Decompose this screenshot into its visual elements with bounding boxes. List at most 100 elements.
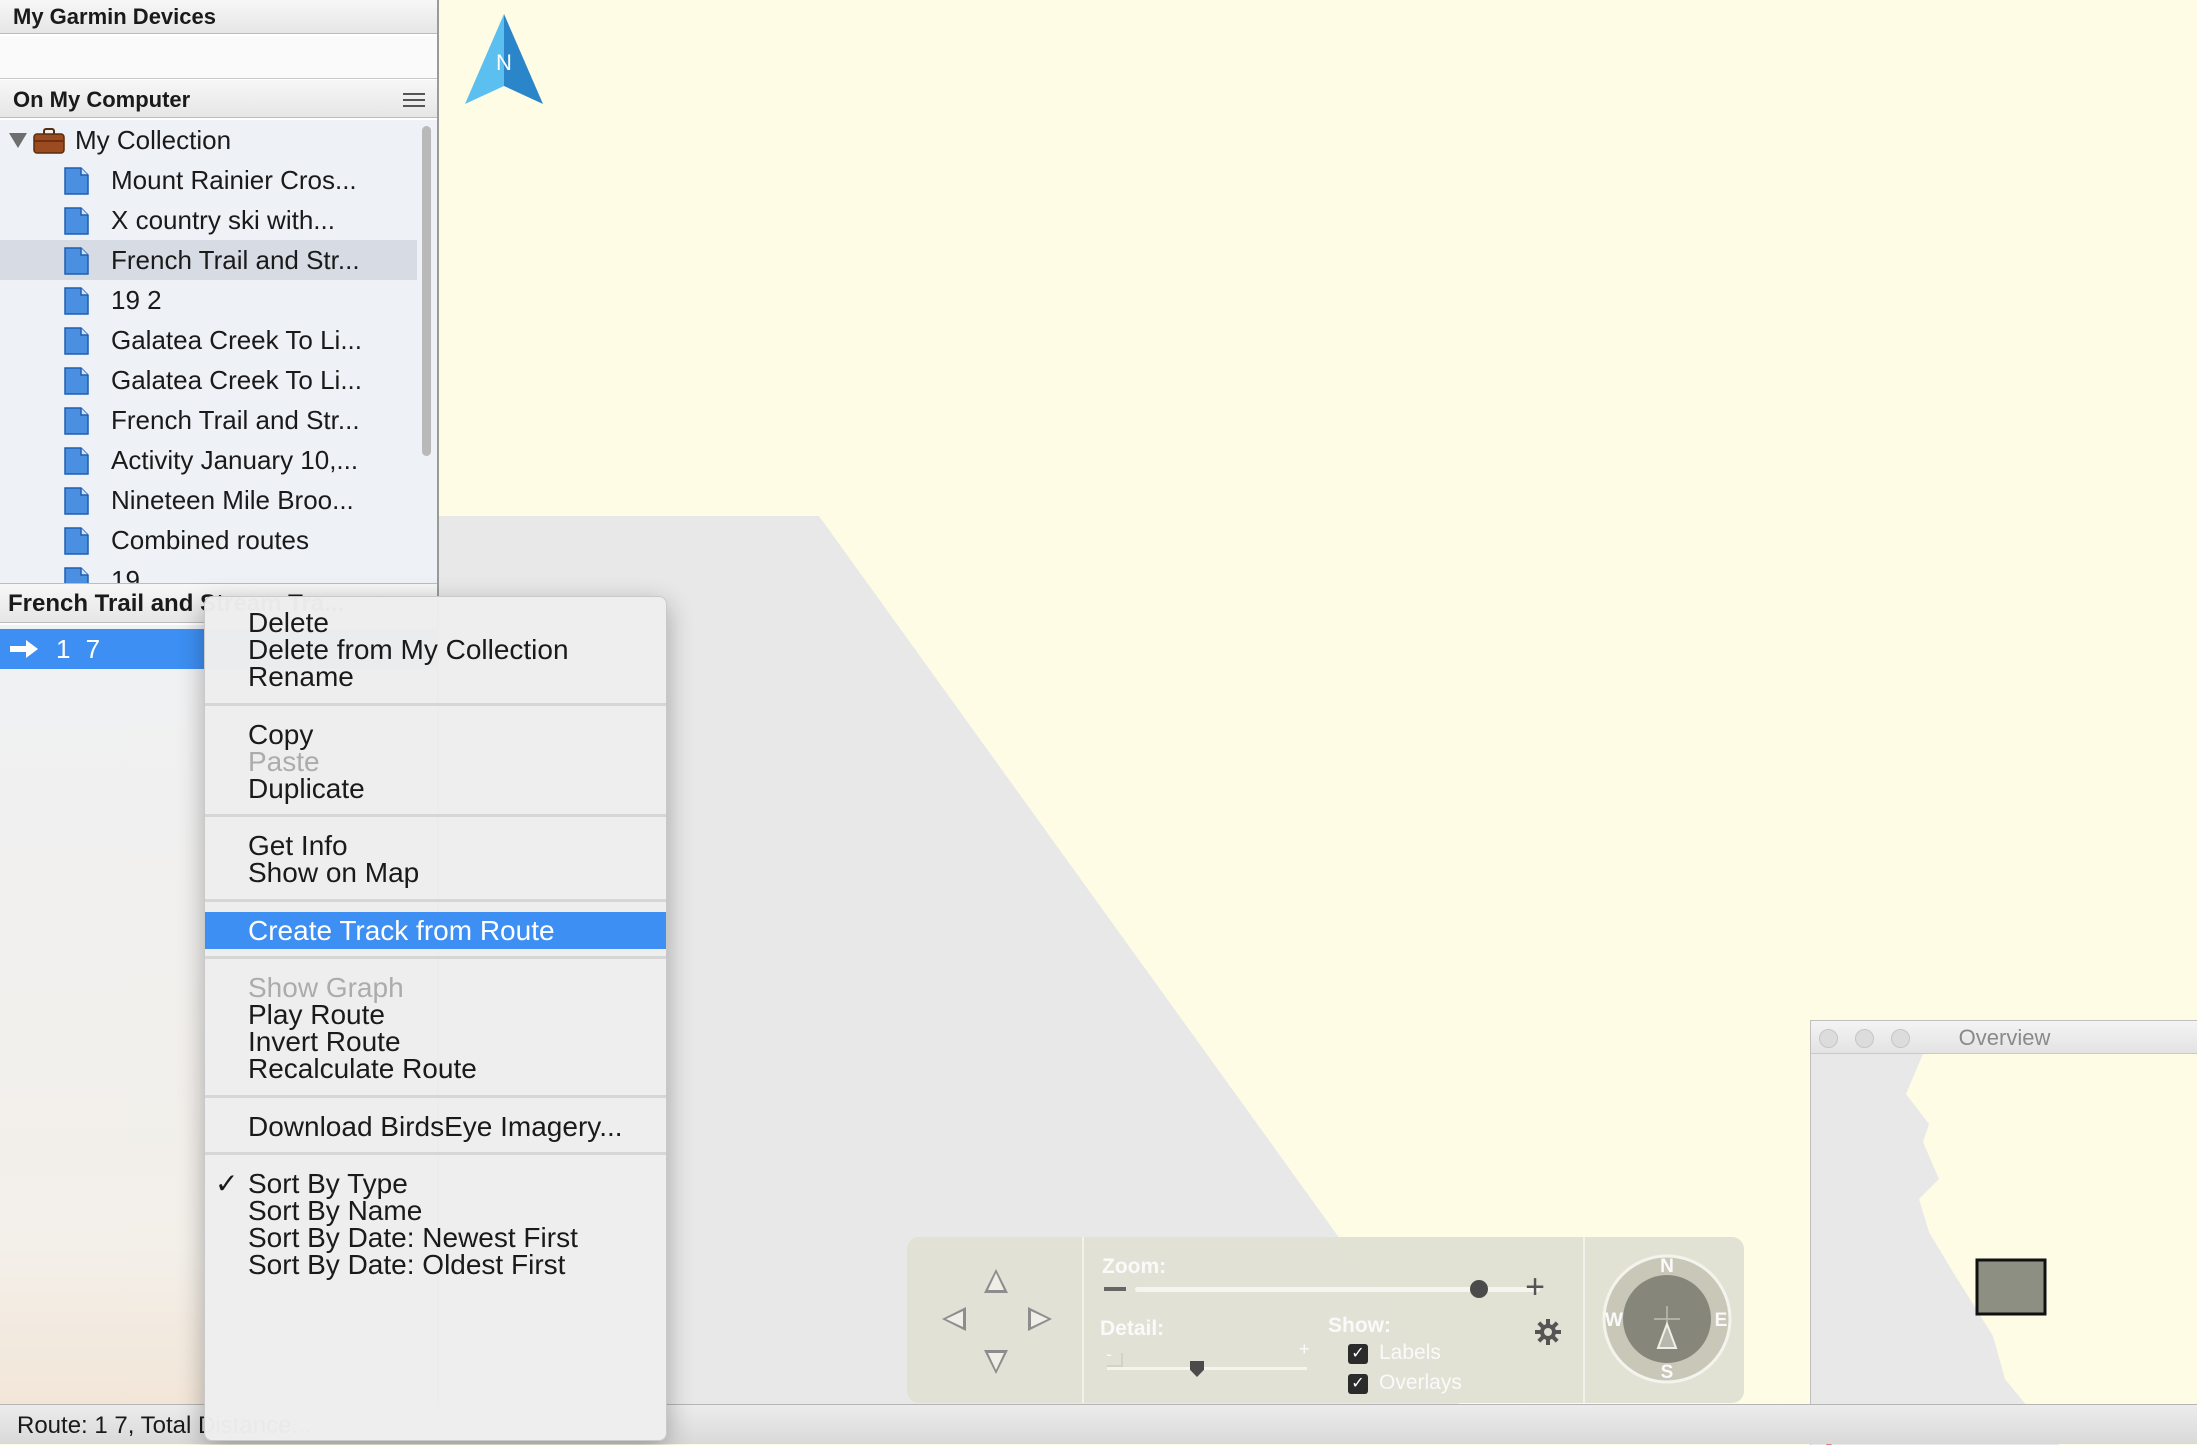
menu-item-label: Download BirdsEye Imagery...	[248, 1110, 623, 1142]
tree-item-label: French Trail and Str...	[111, 245, 360, 275]
gear-icon[interactable]	[1534, 1318, 1562, 1346]
detail-label: Detail:	[1100, 1317, 1165, 1340]
collection-tree: My Collection Mount Rainier Cros... X cou…	[0, 120, 437, 583]
zoom-slider-thumb[interactable]	[1470, 1280, 1489, 1298]
devices-list	[0, 36, 437, 79]
tree-item[interactable]: Galatea Creek To Li...	[0, 320, 417, 360]
menu-separator	[205, 1094, 666, 1098]
menu-item-show-on-map[interactable]: Show on Map	[205, 854, 666, 891]
compass-s: S	[1661, 1362, 1674, 1383]
tree-item-my-collection[interactable]: My Collection	[0, 120, 417, 160]
pan-right-arrow-icon[interactable]	[1028, 1307, 1052, 1331]
tree-item[interactable]: Nineteen Mile Broo...	[0, 480, 417, 520]
document-icon	[64, 447, 89, 475]
document-icon	[64, 527, 89, 555]
menu-item-download-birdseye-imagery[interactable]: Download BirdsEye Imagery...	[205, 1108, 666, 1145]
tree-item[interactable]: Combined routes	[0, 520, 417, 560]
overview-window: Overview	[1810, 1020, 2197, 1445]
disclosure-triangle-icon[interactable]	[9, 133, 27, 148]
document-icon	[64, 367, 89, 395]
tree-item[interactable]: French Trail and Str...	[0, 400, 417, 440]
menu-separator	[205, 1151, 666, 1155]
tree-item-label: Mount Rainier Cros...	[111, 165, 357, 195]
document-icon	[64, 327, 89, 355]
north-letter: N	[496, 50, 512, 75]
tree-item-label: Galatea Creek To Li...	[111, 365, 362, 395]
briefcase-icon	[33, 128, 65, 154]
detail-plus-label: +	[1299, 1339, 1310, 1359]
tree-item-label: Activity January 10,...	[111, 445, 359, 475]
overview-titlebar[interactable]: Overview	[1811, 1021, 2197, 1054]
tree-item[interactable]: Activity January 10,...	[0, 440, 417, 480]
tree-scrollbar[interactable]	[422, 126, 431, 456]
map-controls-panel: Zoom: + Detail: - + Show: ✓ Labels ✓ Ove…	[907, 1237, 1744, 1403]
pan-left-arrow-icon[interactable]	[942, 1307, 966, 1331]
tree-item-label: My Collection	[75, 125, 232, 155]
tree-item-label: X country ski with...	[111, 205, 335, 235]
menu-item-duplicate[interactable]: Duplicate	[205, 770, 666, 807]
tree-item-label: Combined routes	[111, 525, 309, 555]
compass-icon[interactable]: N S E W	[1602, 1254, 1732, 1384]
zoom-in-button[interactable]: +	[1522, 1270, 1548, 1304]
tree-item-label: Galatea Creek To Li...	[111, 325, 362, 355]
overview-viewport-box[interactable]	[1975, 1258, 2047, 1316]
compass-area: N S E W	[1583, 1237, 1746, 1403]
route-label: 1 7	[56, 634, 105, 664]
pan-up-arrow-icon[interactable]	[984, 1269, 1008, 1293]
document-icon	[64, 247, 89, 275]
pan-pad	[907, 1237, 1084, 1403]
tree-item[interactable]: French Trail and Str...	[0, 240, 417, 280]
menu-item-rename[interactable]: Rename	[205, 658, 666, 695]
menu-separator	[205, 898, 666, 902]
overlays-checkbox[interactable]: ✓	[1348, 1374, 1368, 1394]
zoom-label: Zoom:	[1102, 1255, 1167, 1278]
pan-down-arrow-icon[interactable]	[984, 1350, 1008, 1374]
menu-item-create-track-from-route[interactable]: Create Track from Route	[205, 911, 666, 949]
document-icon	[64, 287, 89, 315]
route-arrow-icon	[10, 640, 38, 658]
compass-e: E	[1715, 1310, 1728, 1331]
menu-item-label: Sort By Date: Oldest First	[248, 1249, 566, 1281]
list-menu-icon[interactable]	[403, 93, 425, 107]
labels-checkbox[interactable]: ✓	[1348, 1344, 1368, 1364]
menu-separator	[205, 955, 666, 959]
menu-item-sort-by-date-oldest-first[interactable]: Sort By Date: Oldest First	[205, 1246, 666, 1283]
computer-section-title: On My Computer	[13, 87, 191, 112]
document-icon	[64, 407, 89, 435]
menu-item-label: Rename	[248, 661, 354, 693]
tree-item[interactable]: 19	[0, 560, 417, 583]
overlays-checkbox-label: Overlays	[1379, 1371, 1462, 1394]
detail-minus-label: -	[1106, 1344, 1112, 1364]
detail-slider-thumb[interactable]	[1190, 1361, 1204, 1377]
show-label: Show:	[1328, 1314, 1391, 1337]
tree-item[interactable]: Mount Rainier Cros...	[0, 160, 417, 200]
document-icon	[64, 207, 89, 235]
tree-item-label: French Trail and Str...	[111, 405, 360, 435]
menu-item-label: Show on Map	[248, 857, 420, 889]
zoom-out-button[interactable]	[1104, 1287, 1126, 1291]
computer-section-header[interactable]: On My Computer	[0, 80, 437, 118]
menu-separator	[205, 702, 666, 706]
overview-map[interactable]	[1811, 1054, 2197, 1445]
menu-item-label: Recalculate Route	[248, 1053, 477, 1085]
menu-separator	[205, 814, 666, 818]
document-icon	[64, 167, 89, 195]
document-icon	[64, 487, 89, 515]
tree-item-label: Nineteen Mile Broo...	[111, 485, 354, 515]
tree-item-label: 19	[111, 565, 140, 583]
tree-item-label: 19 2	[111, 285, 162, 315]
labels-checkbox-label: Labels	[1379, 1341, 1441, 1364]
context-menu: Delete Delete from My Collection Rename Cop…	[204, 596, 667, 1441]
compass-w: W	[1605, 1310, 1623, 1331]
menu-item-label: Duplicate	[248, 773, 365, 804]
tree-item[interactable]: 19 2	[0, 280, 417, 320]
menu-item-recalculate-route[interactable]: Recalculate Route	[205, 1050, 666, 1087]
tree-item[interactable]: X country ski with...	[0, 200, 417, 240]
menu-item-label: Create Track from Route	[248, 914, 555, 946]
document-icon	[64, 567, 89, 583]
detail-slider[interactable]	[1107, 1367, 1307, 1370]
compass-n: N	[1660, 1256, 1674, 1277]
overview-title: Overview	[1958, 1025, 2051, 1050]
tree-item[interactable]: Galatea Creek To Li...	[0, 360, 417, 400]
devices-section-header[interactable]: My Garmin Devices	[0, 0, 437, 34]
